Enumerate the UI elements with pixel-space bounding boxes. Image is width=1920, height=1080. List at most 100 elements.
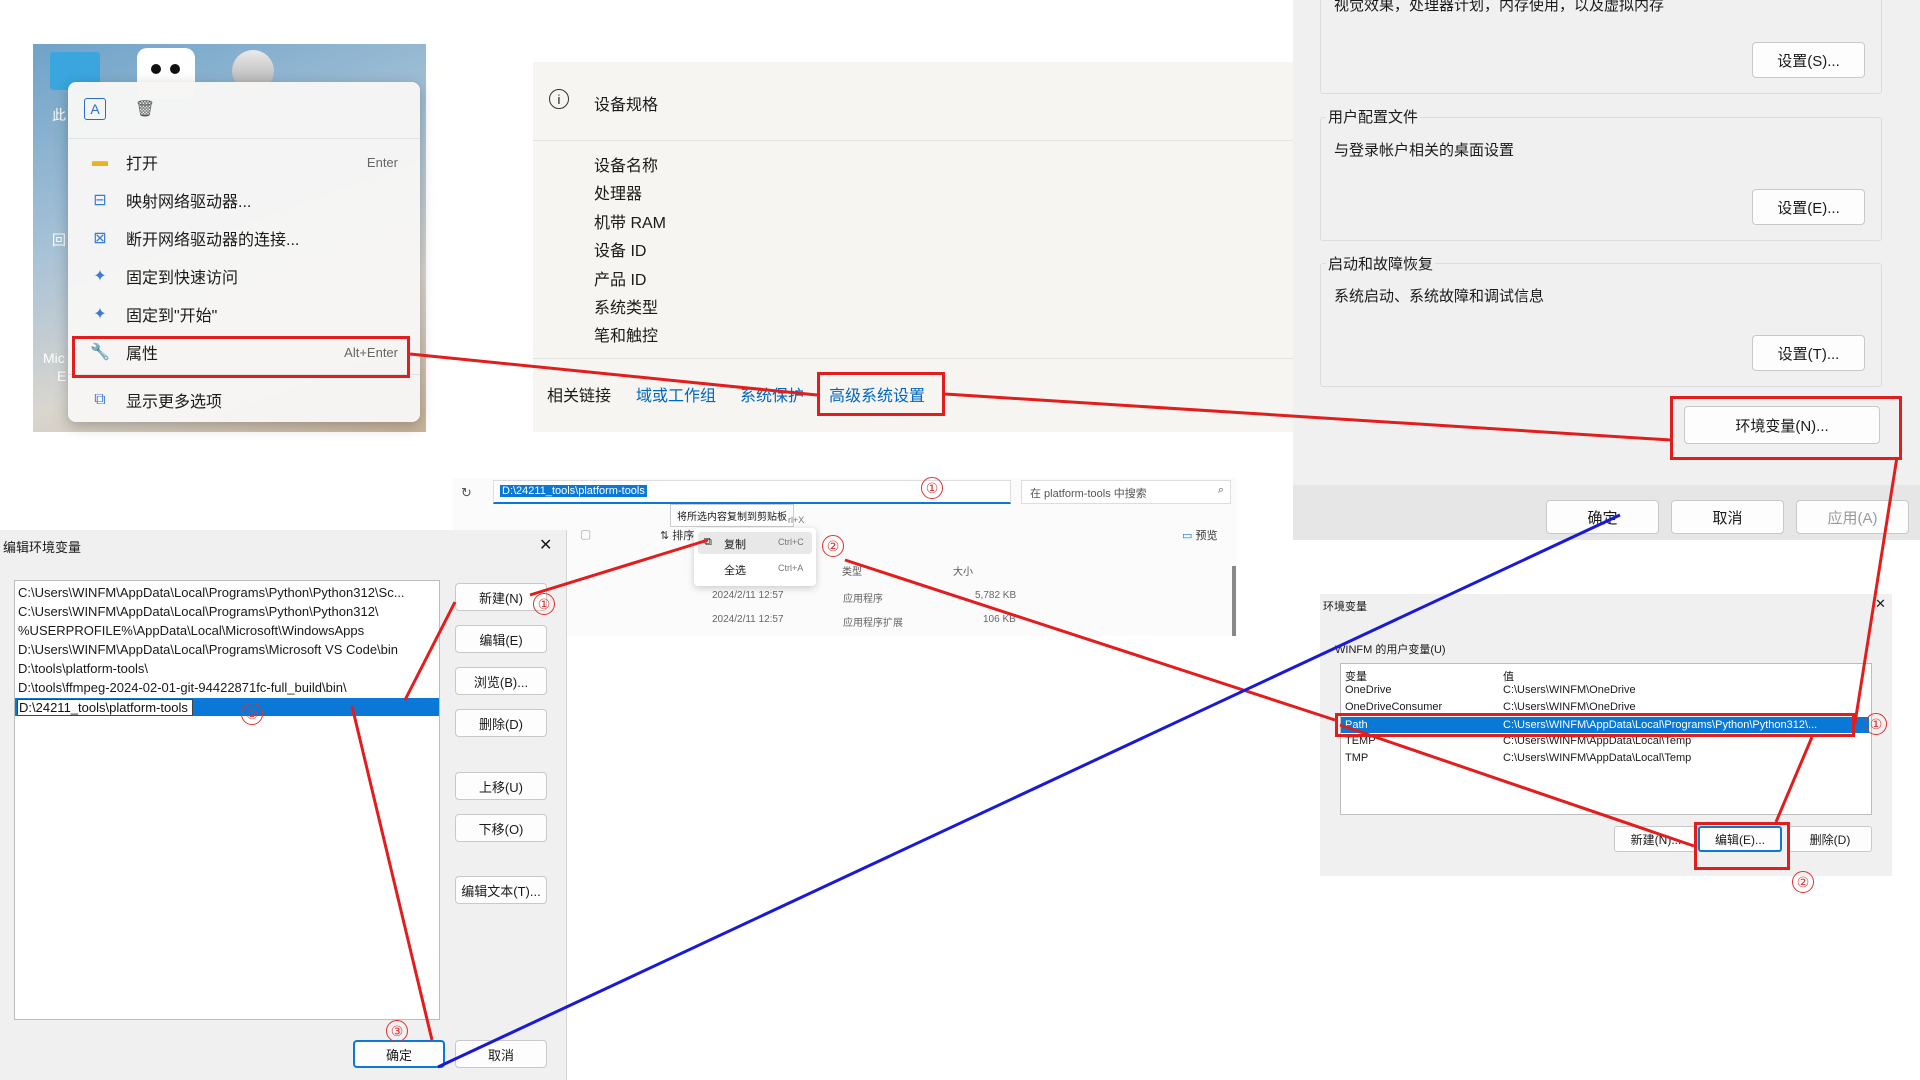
delete-button[interactable]: 删除(D) bbox=[455, 709, 547, 737]
file-date: 2024/2/11 12:57 bbox=[712, 614, 784, 625]
spec-label: 设备名称 bbox=[594, 158, 659, 175]
startup-settings-button[interactable]: 设置(T)... bbox=[1752, 335, 1865, 371]
delete-icon[interactable]: 🗑 bbox=[134, 98, 156, 120]
spec-label: 产品 ID bbox=[594, 272, 647, 289]
table-row[interactable]: TMP bbox=[1345, 752, 1368, 764]
new-path-input[interactable]: D:\24211_tools\platform-tools bbox=[17, 699, 193, 716]
move-up-button[interactable]: 上移(U) bbox=[455, 772, 547, 800]
divider bbox=[533, 140, 1293, 141]
dialog-title: 环境变量 bbox=[1323, 601, 1367, 613]
select-all-label: 全选 bbox=[724, 565, 746, 577]
file-type: 应用程序 bbox=[843, 594, 883, 605]
step-marker: ① bbox=[1865, 713, 1887, 735]
section-title: 设备规格 bbox=[594, 97, 659, 114]
menu-item-map-drive[interactable]: ⊟ 映射网络驱动器... bbox=[68, 182, 420, 218]
list-item[interactable]: D:\tools\ffmpeg-2024-02-01-git-94422871f… bbox=[18, 680, 347, 695]
info-icon: i bbox=[549, 89, 569, 109]
menu-item-open[interactable]: ▬ 打开 Enter bbox=[68, 144, 420, 180]
menu-item-label: 打开 bbox=[126, 156, 159, 173]
folder-icon: ▬ bbox=[92, 153, 108, 170]
step-marker: ③ bbox=[386, 1020, 408, 1042]
copy-icon: ⧉ bbox=[704, 536, 712, 548]
file-row[interactable]: 2024/2/11 12:57 应用程序 5,782 KB bbox=[712, 590, 1032, 605]
startup-title: 启动和故障恢复 bbox=[1326, 253, 1436, 274]
path-list[interactable]: C:\Users\WINFM\AppData\Local\Programs\Py… bbox=[14, 580, 440, 1020]
related-links-label: 相关链接 bbox=[547, 388, 612, 405]
list-item[interactable]: D:\tools\platform-tools\ bbox=[18, 661, 148, 676]
selected-row[interactable]: D:\24211_tools\platform-tools bbox=[15, 698, 439, 716]
startup-desc: 系统启动、系统故障和调试信息 bbox=[1334, 288, 1545, 305]
file-size: 5,782 KB bbox=[975, 590, 1017, 601]
ok-button[interactable]: 确定 bbox=[353, 1040, 445, 1068]
profile-desc: 与登录帐户相关的桌面设置 bbox=[1334, 142, 1515, 159]
refresh-icon[interactable]: ↻ bbox=[461, 485, 472, 501]
user-vars-label: WINFM 的用户变量(U) bbox=[1335, 644, 1446, 656]
step-marker: ② bbox=[241, 703, 263, 725]
list-item[interactable]: D:\Users\WINFM\AppData\Local\Programs\Mi… bbox=[18, 642, 398, 657]
scrollbar[interactable] bbox=[1232, 566, 1236, 636]
var-name: TMP bbox=[1345, 752, 1369, 764]
address-text: D:\24211_tools\platform-tools bbox=[500, 485, 647, 497]
select-all-menu-item[interactable]: 全选 Ctrl+A bbox=[698, 558, 812, 580]
list-item[interactable]: %USERPROFILE%\AppData\Local\Microsoft\Wi… bbox=[18, 623, 364, 638]
link-system-protection[interactable]: 系统保护 bbox=[740, 382, 804, 406]
move-down-button[interactable]: 下移(O) bbox=[455, 814, 547, 842]
menu-item-pin-quick[interactable]: ✦ 固定到快速访问 bbox=[68, 258, 420, 294]
divider bbox=[533, 358, 1293, 359]
close-icon[interactable]: ✕ bbox=[539, 535, 552, 555]
pin-start-icon: ✦ bbox=[93, 306, 107, 323]
close-icon[interactable]: ✕ bbox=[1875, 596, 1886, 612]
cut-shortcut: rl+X bbox=[788, 515, 805, 525]
spec-label: 系统类型 bbox=[594, 300, 659, 317]
ok-button[interactable]: 确定 bbox=[1546, 500, 1659, 534]
column-header-value[interactable]: 值 bbox=[1503, 668, 1514, 684]
file-size: 106 KB bbox=[983, 614, 1016, 625]
link-domain-workgroup[interactable]: 域或工作组 bbox=[636, 382, 716, 406]
sort-button[interactable]: ⇅ 排序 bbox=[660, 527, 694, 543]
user-vars-table[interactable]: 变量 值 OneDrive C:\Users\WINFM\OneDrive On… bbox=[1340, 663, 1872, 815]
cancel-button[interactable]: 取消 bbox=[455, 1040, 547, 1068]
menu-item-pin-start[interactable]: ✦ 固定到"开始" bbox=[68, 296, 420, 332]
file-date: 2024/2/11 12:57 bbox=[712, 590, 784, 601]
table-row[interactable]: OneDriveConsumer bbox=[1345, 701, 1442, 713]
edit-text-button[interactable]: 编辑文本(T)... bbox=[455, 876, 547, 904]
highlight-advanced-settings bbox=[817, 372, 945, 416]
desktop-label-3: Mic bbox=[43, 350, 65, 366]
list-item[interactable]: C:\Users\WINFM\AppData\Local\Programs\Py… bbox=[18, 585, 405, 600]
explorer-context-menu: ⧉ 复制 Ctrl+C 全选 Ctrl+A bbox=[694, 528, 816, 586]
desktop-label-1: 此 bbox=[52, 107, 66, 123]
cancel-button[interactable]: 取消 bbox=[1671, 500, 1784, 534]
copy-menu-item[interactable]: ⧉ 复制 Ctrl+C bbox=[698, 532, 812, 554]
var-name: OneDriveConsumer bbox=[1345, 701, 1443, 713]
rename-icon[interactable]: A bbox=[84, 98, 106, 120]
var-value: C:\Users\WINFM\OneDrive bbox=[1503, 684, 1636, 696]
file-row[interactable]: 2024/2/11 12:57 应用程序扩展 106 KB bbox=[712, 614, 1032, 629]
disconnect-drive-icon: ⊠ bbox=[93, 230, 107, 247]
step-marker: ② bbox=[822, 535, 844, 557]
preview-button[interactable]: ▭ 预览 bbox=[1182, 527, 1217, 543]
var-value: C:\Users\WINFM\AppData\Local\Temp bbox=[1503, 752, 1692, 764]
column-header-size[interactable]: 大小 bbox=[953, 563, 973, 578]
search-box[interactable]: 在 platform-tools 中搜索 ⌕ bbox=[1021, 480, 1231, 504]
select-all-shortcut: Ctrl+A bbox=[778, 563, 804, 573]
highlight-properties bbox=[72, 336, 410, 378]
highlight-edit-button bbox=[1694, 822, 1790, 870]
column-header-type[interactable]: 类型 bbox=[842, 563, 862, 578]
profile-settings-button[interactable]: 设置(E)... bbox=[1752, 189, 1865, 225]
apply-button[interactable]: 应用(A) bbox=[1796, 500, 1909, 534]
highlight-env-button bbox=[1670, 396, 1902, 460]
sort-label: 排序 bbox=[672, 530, 695, 542]
table-row[interactable]: OneDrive bbox=[1345, 684, 1391, 696]
perf-settings-button[interactable]: 设置(S)... bbox=[1752, 42, 1865, 78]
spec-label: 设备 ID bbox=[594, 243, 647, 260]
menu-item-more-options[interactable]: ⧉ 显示更多选项 bbox=[68, 382, 420, 418]
env-delete-button[interactable]: 删除(D) bbox=[1788, 826, 1872, 852]
env-new-button[interactable]: 新建(N)... bbox=[1614, 826, 1698, 852]
edit-button[interactable]: 编辑(E) bbox=[455, 625, 547, 653]
browse-button[interactable]: 浏览(B)... bbox=[455, 667, 547, 695]
file-type: 应用程序扩展 bbox=[843, 618, 903, 629]
menu-item-disconnect-drive[interactable]: ⊠ 断开网络驱动器的连接... bbox=[68, 220, 420, 256]
list-item[interactable]: C:\Users\WINFM\AppData\Local\Programs\Py… bbox=[18, 604, 379, 619]
step-marker: ① bbox=[533, 593, 555, 615]
column-header-variable[interactable]: 变量 bbox=[1345, 668, 1367, 684]
